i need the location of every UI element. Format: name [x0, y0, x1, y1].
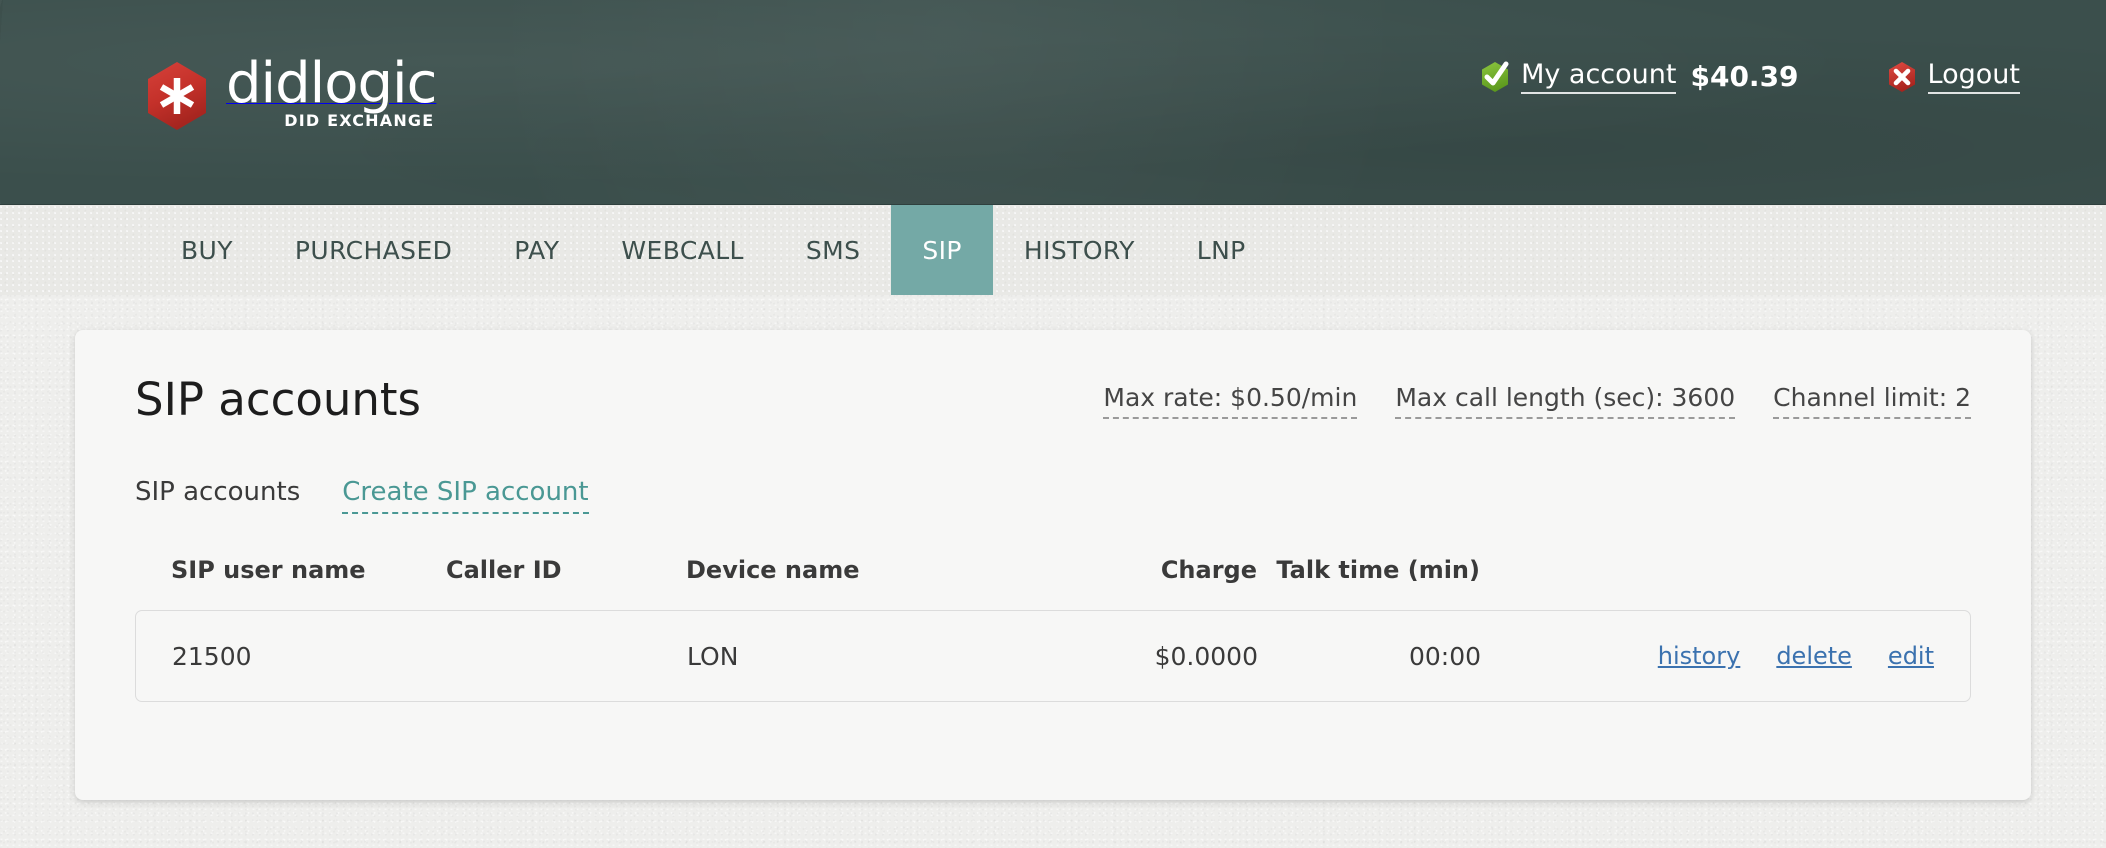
col-header-device-name: Device name: [652, 556, 1007, 584]
nav-item-webcall[interactable]: WEBCALL: [590, 205, 774, 295]
brand-tagline: DID EXCHANGE: [284, 111, 434, 130]
sip-accounts-table: SIP user name Caller ID Device name Char…: [135, 556, 1971, 702]
col-header-charge: Charge: [1007, 556, 1257, 584]
delete-link[interactable]: delete: [1776, 642, 1852, 670]
nav-item-purchased[interactable]: PURCHASED: [264, 205, 483, 295]
table-row: 21500 LON $0.0000 00:00 history delete e…: [135, 610, 1971, 702]
nav-item-pay[interactable]: PAY: [483, 205, 590, 295]
cell-sip-user-name: 21500: [138, 642, 413, 671]
subnav-item-sip-accounts[interactable]: SIP accounts: [135, 477, 300, 507]
main-navigation: BUY PURCHASED PAY WEBCALL SMS SIP HISTOR…: [0, 205, 2106, 295]
edit-link[interactable]: edit: [1888, 642, 1934, 670]
col-header-caller-id: Caller ID: [412, 556, 652, 584]
nav-item-sip[interactable]: SIP: [891, 205, 993, 295]
cell-actions: history delete edit: [1543, 642, 1968, 670]
header-account-area: My account $40.39: [1480, 60, 2020, 94]
account-balance: $40.39: [1690, 62, 1798, 92]
nav-list: BUY PURCHASED PAY WEBCALL SMS SIP HISTOR…: [150, 205, 1277, 295]
cell-talk-time: 00:00: [1258, 642, 1543, 671]
nav-item-buy[interactable]: BUY: [150, 205, 264, 295]
sip-accounts-card: SIP accounts Max rate: $0.50/min Max cal…: [75, 330, 2031, 800]
table-header-row: SIP user name Caller ID Device name Char…: [135, 556, 1971, 584]
sip-subnav: SIP accounts Create SIP account: [135, 477, 1971, 514]
cell-charge: $0.0000: [1008, 642, 1258, 671]
stat-max-call-length: Max call length (sec): 3600: [1395, 383, 1735, 419]
brand-name: didlogic: [226, 51, 436, 116]
my-account-link[interactable]: My account: [1521, 60, 1676, 94]
red-x-badge-icon: [1887, 61, 1917, 93]
nav-item-sms[interactable]: SMS: [775, 205, 892, 295]
my-account-group: My account $40.39: [1480, 60, 1798, 94]
stat-max-rate: Max rate: $0.50/min: [1103, 383, 1357, 419]
brand-logo[interactable]: didlogic DID EXCHANGE: [146, 55, 436, 131]
site-header: didlogic DID EXCHANGE: [0, 0, 2106, 205]
hexagon-asterisk-icon: [146, 61, 208, 131]
history-link[interactable]: history: [1658, 642, 1741, 670]
logout-link[interactable]: Logout: [1928, 60, 2020, 94]
col-header-sip-user-name: SIP user name: [137, 556, 412, 584]
stat-channel-limit: Channel limit: 2: [1773, 383, 1971, 419]
account-limits: Max rate: $0.50/min Max call length (sec…: [1103, 383, 1971, 424]
page-title: SIP accounts: [135, 376, 421, 424]
card-header: SIP accounts Max rate: $0.50/min Max cal…: [135, 376, 1971, 424]
cell-device-name: LON: [653, 642, 1008, 671]
green-check-badge-icon: [1480, 61, 1510, 93]
nav-item-lnp[interactable]: LNP: [1166, 205, 1277, 295]
col-header-talk-time: Talk time (min): [1257, 556, 1542, 584]
header-row-spacer: [135, 584, 1971, 610]
nav-item-history[interactable]: HISTORY: [993, 205, 1166, 295]
subnav-item-create-sip-account[interactable]: Create SIP account: [342, 477, 588, 514]
logout-group: Logout: [1887, 60, 2020, 94]
